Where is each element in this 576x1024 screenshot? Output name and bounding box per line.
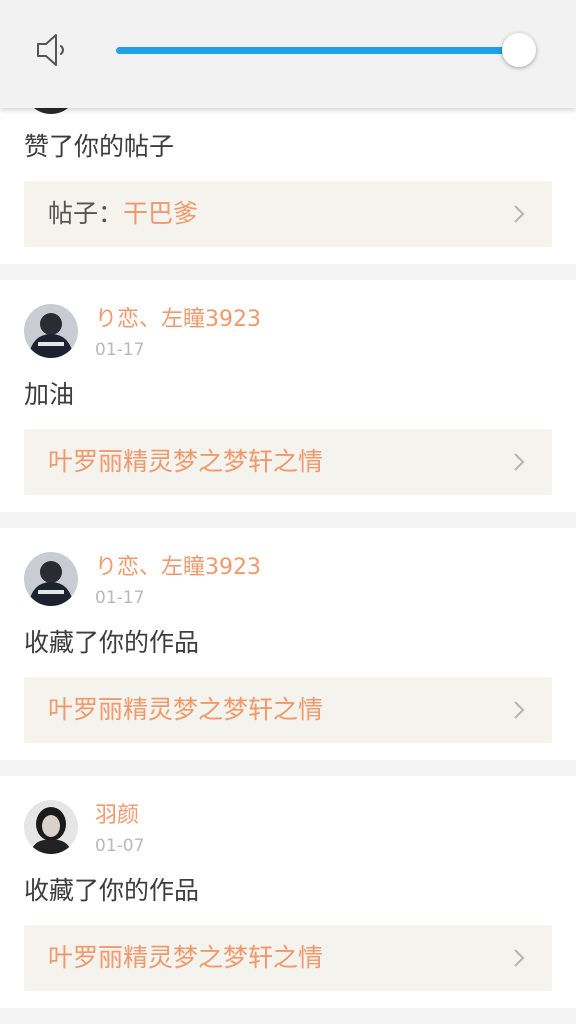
notifications-page: 赞了你的帖子 帖子：干巴爹 り恋、左瞳3923 01-17 加油 叶罗丽精灵梦之… (0, 0, 576, 1024)
work-link[interactable]: 叶罗丽精灵梦之梦轩之情 (24, 677, 552, 743)
avatar[interactable] (24, 304, 78, 358)
volume-slider[interactable] (116, 33, 537, 67)
work-link[interactable]: 叶罗丽精灵梦之梦轩之情 (24, 925, 552, 991)
username[interactable]: り恋、左瞳3923 (95, 307, 261, 333)
chevron-right-icon (514, 205, 525, 223)
notification-card: り恋、左瞳3923 01-17 加油 叶罗丽精灵梦之梦轩之情 (0, 280, 576, 512)
volume-slider-fill (116, 47, 520, 54)
avatar-image (24, 304, 78, 358)
username[interactable]: 羽颜 (95, 803, 139, 829)
work-title: 叶罗丽精灵梦之梦轩之情 (48, 943, 324, 972)
timestamp: 01-17 (95, 340, 145, 360)
speaker-icon[interactable] (34, 30, 74, 70)
avatar-image (24, 552, 78, 606)
avatar-image (24, 800, 78, 854)
chevron-right-icon (514, 453, 525, 471)
notification-card: 羽颜 01-07 收藏了你的作品 叶罗丽精灵梦之梦轩之情 (0, 776, 576, 1008)
avatar[interactable] (24, 800, 78, 854)
work-title: 叶罗丽精灵梦之梦轩之情 (48, 695, 324, 724)
chevron-right-icon (514, 949, 525, 967)
notification-action: 收藏了你的作品 (24, 628, 200, 657)
notification-action: 收藏了你的作品 (24, 876, 200, 905)
timestamp: 01-07 (95, 836, 145, 856)
work-link[interactable]: 叶罗丽精灵梦之梦轩之情 (24, 429, 552, 495)
work-title: 叶罗丽精灵梦之梦轩之情 (48, 447, 324, 476)
username[interactable]: り恋、左瞳3923 (95, 555, 261, 581)
notification-card: り恋、左瞳3923 01-17 收藏了你的作品 叶罗丽精灵梦之梦轩之情 (0, 528, 576, 760)
notification-action: 赞了你的帖子 (24, 132, 175, 161)
post-prefix: 帖子： (48, 199, 124, 228)
avatar[interactable] (24, 552, 78, 606)
post-link[interactable]: 帖子：干巴爹 (24, 181, 552, 247)
timestamp: 01-17 (95, 588, 145, 608)
volume-panel (0, 0, 576, 108)
chevron-right-icon (514, 701, 525, 719)
volume-slider-thumb[interactable] (502, 33, 537, 67)
post-title: 干巴爹 (123, 199, 199, 228)
notification-action: 加油 (24, 380, 75, 409)
